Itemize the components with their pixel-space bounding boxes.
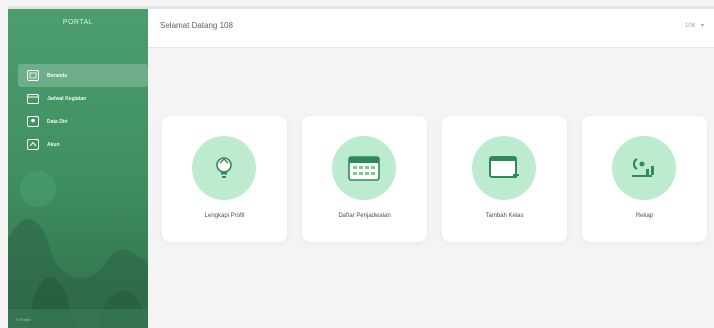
calendar-grid-icon bbox=[348, 156, 380, 181]
card-label: Rekap bbox=[635, 213, 654, 219]
sidebar-item-label: Data Diri bbox=[47, 118, 68, 125]
dashboard-content: Lengkapi Profil Daftar Penjadwalan Tamba… bbox=[148, 48, 714, 328]
sidebar-item-akun[interactable]: Akun bbox=[18, 133, 148, 156]
top-header: Selamat Datang 108 108 ▾ bbox=[148, 9, 714, 48]
sidebar-item-data-diri[interactable]: Data Diri bbox=[18, 110, 148, 133]
card-label: Lengkapi Profil bbox=[204, 213, 245, 219]
lightbulb-icon bbox=[216, 157, 232, 178]
sidebar-brand: PORTAL bbox=[62, 19, 94, 26]
sidebar: PORTAL Beranda Jadwal Kegiatan Data Diri bbox=[8, 9, 148, 328]
sidebar-item-label: Jadwal Kegiatan bbox=[47, 95, 87, 102]
card-icon-circle bbox=[192, 136, 256, 200]
account-icon bbox=[26, 139, 39, 151]
card-label: Tambah Kelas bbox=[485, 213, 524, 219]
user-icon bbox=[26, 116, 39, 128]
window-add-icon bbox=[489, 156, 519, 178]
sidebar-item-label: Akun bbox=[47, 141, 60, 148]
card-rekap[interactable]: Rekap bbox=[582, 116, 707, 242]
card-icon-circle bbox=[472, 136, 536, 200]
sidebar-footer: © Portal bbox=[16, 317, 31, 322]
card-label: Daftar Penjadwalan bbox=[338, 213, 391, 219]
card-lengkapi-profil[interactable]: Lengkapi Profil bbox=[162, 116, 287, 242]
card-tambah-kelas[interactable]: Tambah Kelas bbox=[442, 116, 567, 242]
user-badge[interactable]: 108 bbox=[685, 23, 695, 29]
app-window: PORTAL Beranda Jadwal Kegiatan Data Diri bbox=[0, 0, 714, 328]
home-icon bbox=[26, 70, 39, 82]
sidebar-item-jadwal[interactable]: Jadwal Kegiatan bbox=[18, 87, 148, 110]
report-icon bbox=[632, 158, 654, 177]
chevron-down-icon[interactable]: ▾ bbox=[701, 22, 704, 29]
sidebar-item-label: Beranda bbox=[47, 72, 68, 79]
calendar-icon bbox=[26, 93, 39, 105]
card-icon-circle bbox=[612, 136, 676, 200]
sidebar-item-beranda[interactable]: Beranda bbox=[18, 64, 148, 87]
card-daftar-penjadwalan[interactable]: Daftar Penjadwalan bbox=[302, 116, 427, 242]
user-menu[interactable]: 108 ▾ bbox=[685, 22, 704, 30]
greeting-text: Selamat Datang 108 bbox=[160, 21, 233, 30]
card-icon-circle bbox=[332, 136, 396, 200]
sidebar-menu: Beranda Jadwal Kegiatan Data Diri Akun bbox=[18, 64, 148, 156]
sidebar-background-photo bbox=[8, 171, 148, 328]
